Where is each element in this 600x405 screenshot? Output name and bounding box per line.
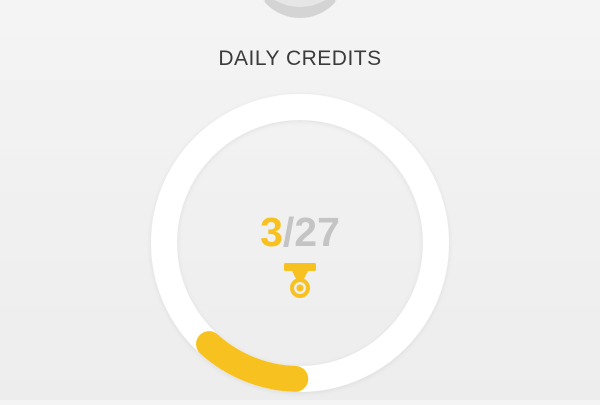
credits-separator: / (282, 209, 295, 255)
progress-ring (0, 0, 600, 400)
medal-icon (277, 260, 323, 300)
credits-current: 3 (260, 209, 283, 255)
credits-total: 27 (294, 209, 340, 255)
credits-counter: 3/27 (0, 208, 600, 256)
